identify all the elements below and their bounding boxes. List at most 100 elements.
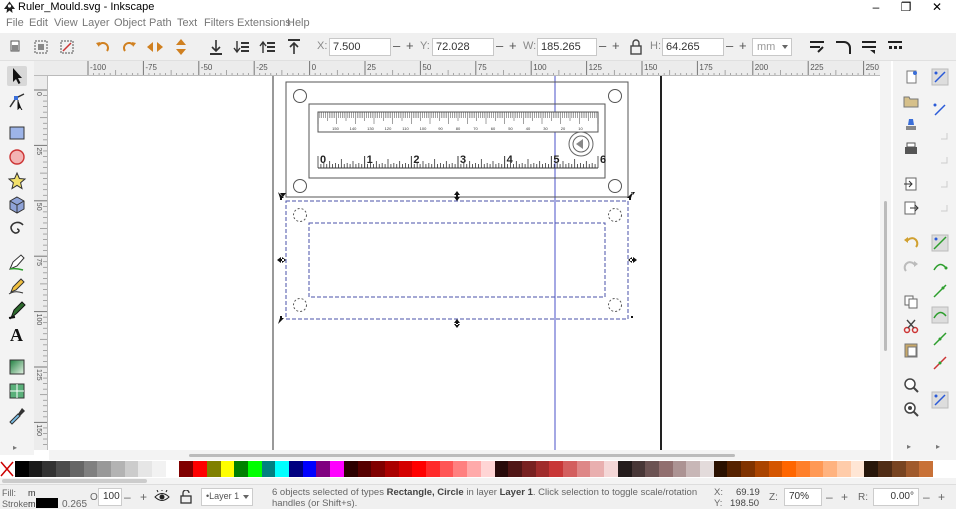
palette-swatch[interactable] — [494, 461, 509, 477]
menu-file[interactable]: File — [6, 17, 24, 29]
fill-indicator[interactable]: m — [28, 488, 36, 498]
palette-swatch[interactable] — [56, 461, 71, 477]
palette-swatch[interactable] — [713, 461, 728, 477]
zoom-increment-button[interactable]: + — [841, 490, 848, 504]
calligraphy-tool-icon[interactable] — [7, 300, 27, 320]
pencil-tool-icon[interactable] — [7, 276, 27, 296]
x-input[interactable]: 7.500 — [329, 38, 391, 56]
palette-swatch[interactable] — [782, 461, 797, 477]
toolbox-more-icon[interactable]: ▸ — [13, 443, 17, 452]
stroke-indicator[interactable]: m — [28, 499, 36, 509]
palette-swatch[interactable] — [905, 461, 920, 477]
selection-handles[interactable] — [277, 191, 637, 328]
paste-icon[interactable] — [902, 341, 920, 359]
palette-swatch[interactable] — [165, 461, 180, 477]
copy-icon[interactable] — [902, 293, 920, 311]
zoom-input[interactable]: 70% — [784, 488, 822, 506]
layer-lock-icon[interactable] — [180, 490, 192, 504]
palette-swatch[interactable] — [275, 461, 290, 477]
horizontal-scroll-thumb[interactable] — [189, 454, 735, 457]
command-bar-more-icon[interactable]: ▸ — [907, 442, 911, 451]
star-tool-icon[interactable] — [7, 171, 27, 191]
y-input[interactable]: 72.028 — [432, 38, 494, 56]
snap-midpoints-icon[interactable] — [931, 173, 949, 191]
palette-swatch[interactable] — [809, 461, 824, 477]
zoom-decrement-button[interactable]: – — [826, 490, 833, 504]
palette-swatch[interactable] — [371, 461, 386, 477]
palette-swatch[interactable] — [521, 461, 536, 477]
opacity-decrement-button[interactable]: – — [124, 490, 131, 504]
zoom-selection-icon[interactable] — [902, 376, 920, 394]
snap-page-border-icon[interactable] — [931, 391, 949, 409]
node-tool-icon[interactable] — [7, 90, 27, 111]
import-icon[interactable] — [902, 175, 920, 193]
palette-swatch[interactable] — [686, 461, 701, 477]
open-folder-icon[interactable] — [902, 92, 920, 110]
rotate-ccw-icon[interactable] — [94, 38, 112, 56]
palette-swatch[interactable] — [453, 461, 468, 477]
palette-swatch[interactable] — [193, 461, 208, 477]
menu-object[interactable]: Object — [114, 17, 146, 29]
palette-swatch[interactable] — [795, 461, 810, 477]
palette-swatch[interactable] — [83, 461, 98, 477]
snap-bbox-icon[interactable] — [931, 101, 949, 119]
palette-scroll-thumb[interactable] — [2, 479, 147, 483]
x-increment-button[interactable]: + — [406, 38, 414, 54]
palette-swatch[interactable] — [138, 461, 153, 477]
current-layer-select[interactable]: •Layer 1 — [201, 488, 253, 506]
no-paint-swatch-icon[interactable] — [0, 461, 14, 477]
y-increment-button[interactable]: + — [509, 38, 517, 54]
selector-tool-icon[interactable] — [7, 66, 27, 86]
palette-swatch[interactable] — [631, 461, 646, 477]
palette-swatch[interactable] — [645, 461, 660, 477]
palette-swatch[interactable] — [617, 461, 632, 477]
spiral-tool-icon[interactable] — [7, 219, 27, 239]
palette-swatch[interactable] — [247, 461, 262, 477]
palette-swatch[interactable] — [439, 461, 454, 477]
drawing-canvas[interactable]: 150 140 130 120 110 100 90 80 70 60 50 40 30 20 10 0 1 2 3… — [49, 76, 880, 450]
palette-swatch[interactable] — [330, 461, 345, 477]
snap-bbox-corners-icon[interactable] — [931, 149, 949, 167]
palette-swatch[interactable] — [384, 461, 399, 477]
palette-swatch[interactable] — [700, 461, 714, 477]
ellipse-tool-icon[interactable] — [7, 147, 27, 167]
menu-filters[interactable]: Filters — [204, 17, 234, 29]
palette-swatch[interactable] — [220, 461, 235, 477]
width-increment-button[interactable]: + — [612, 38, 620, 54]
scale-corners-icon[interactable] — [834, 38, 852, 56]
menu-text[interactable]: Text — [177, 17, 197, 29]
rectangle-tool-icon[interactable] — [7, 123, 27, 143]
palette-swatch[interactable] — [426, 461, 440, 477]
palette-swatch[interactable] — [672, 461, 687, 477]
ruler-mould-bottom-selected[interactable] — [285, 200, 629, 320]
print-icon[interactable] — [902, 140, 920, 158]
dropper-tool-icon[interactable] — [7, 405, 27, 425]
rotation-decrement-button[interactable]: – — [923, 490, 930, 504]
palette-swatch[interactable] — [28, 461, 43, 477]
snap-line-midpoints-icon[interactable] — [931, 354, 949, 372]
transform-gradients-icon[interactable] — [860, 38, 878, 56]
snap-bar-more-icon[interactable]: ▸ — [936, 442, 940, 451]
menu-help[interactable]: Help — [287, 17, 310, 29]
palette-swatch[interactable] — [357, 461, 372, 477]
export-icon[interactable] — [902, 199, 920, 217]
menu-path[interactable]: Path — [149, 17, 172, 29]
close-button[interactable]: ✕ — [922, 0, 952, 16]
3d-box-tool-icon[interactable] — [7, 195, 27, 215]
cut-icon[interactable] — [902, 317, 920, 335]
height-increment-button[interactable]: + — [739, 38, 747, 54]
palette-swatch[interactable] — [206, 461, 221, 477]
palette-swatch[interactable] — [124, 461, 139, 477]
new-document-icon[interactable] — [902, 68, 920, 86]
select-all-icon[interactable] — [7, 38, 25, 56]
redo-icon[interactable] — [902, 258, 920, 276]
palette-swatch[interactable] — [508, 461, 523, 477]
palette-swatch[interactable] — [823, 461, 838, 477]
zoom-drawing-icon[interactable] — [902, 400, 920, 418]
lower-icon[interactable] — [233, 38, 251, 56]
snap-cusp-nodes-icon[interactable] — [931, 306, 949, 324]
undo-icon[interactable] — [902, 234, 920, 252]
palette-swatch[interactable] — [480, 461, 495, 477]
horizontal-scrollbar[interactable] — [49, 450, 880, 460]
palette-swatch[interactable] — [316, 461, 331, 477]
